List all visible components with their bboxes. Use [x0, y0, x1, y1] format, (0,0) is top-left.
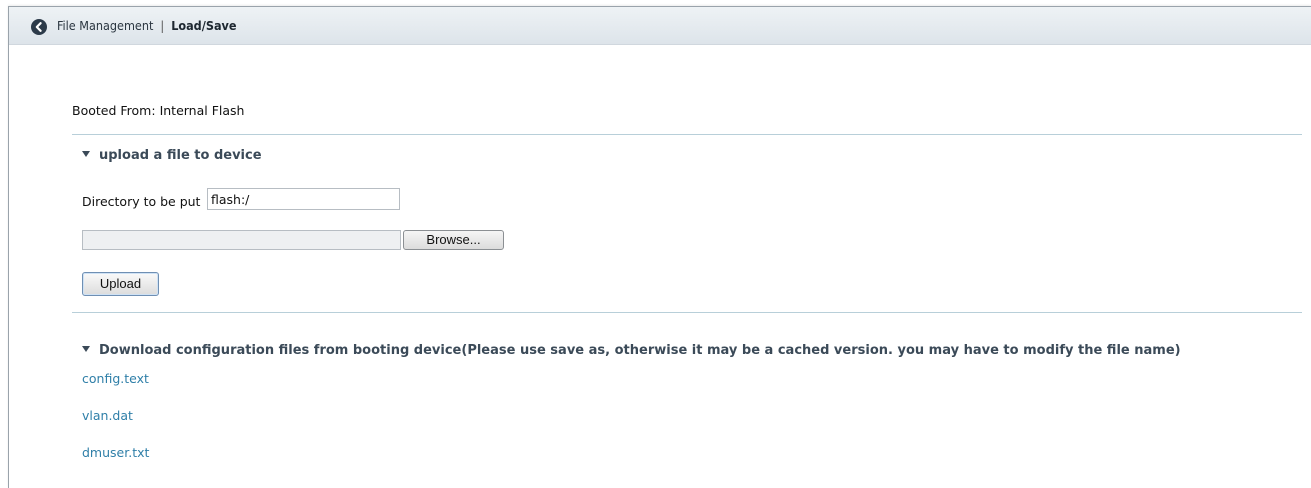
download-section-title: Download configuration files from bootin…: [99, 343, 1181, 358]
section-divider: [72, 134, 1302, 135]
directory-input[interactable]: [207, 188, 400, 210]
booted-from-label: Booted From:: [72, 103, 156, 118]
booted-from-info: Booted From: Internal Flash: [72, 103, 244, 118]
upload-section-title: upload a file to device: [99, 148, 262, 163]
upload-button[interactable]: Upload: [82, 272, 159, 296]
download-link-config-text[interactable]: config.text: [82, 371, 149, 386]
breadcrumb: File Management | Load/Save: [57, 18, 237, 33]
back-button[interactable]: [31, 19, 47, 35]
page-title: Load/Save: [171, 18, 237, 33]
collapse-triangle-icon: [82, 151, 90, 157]
booted-from-value: Internal Flash: [159, 103, 245, 118]
section-divider: [72, 312, 1302, 313]
collapse-triangle-icon: [82, 346, 90, 352]
file-path-field[interactable]: [82, 230, 401, 250]
upload-section-header[interactable]: upload a file to device: [82, 148, 262, 163]
chevron-left-circle-icon: [35, 22, 42, 32]
breadcrumb-separator: |: [160, 18, 165, 33]
title-bar: File Management | Load/Save: [9, 7, 1311, 45]
browse-button[interactable]: Browse...: [403, 230, 504, 250]
breadcrumb-section[interactable]: File Management: [57, 18, 153, 33]
download-link-dmuser-txt[interactable]: dmuser.txt: [82, 445, 149, 460]
download-section-header[interactable]: Download configuration files from bootin…: [82, 343, 1181, 358]
directory-label: Directory to be put: [82, 194, 201, 209]
download-link-vlan-dat[interactable]: vlan.dat: [82, 408, 133, 423]
